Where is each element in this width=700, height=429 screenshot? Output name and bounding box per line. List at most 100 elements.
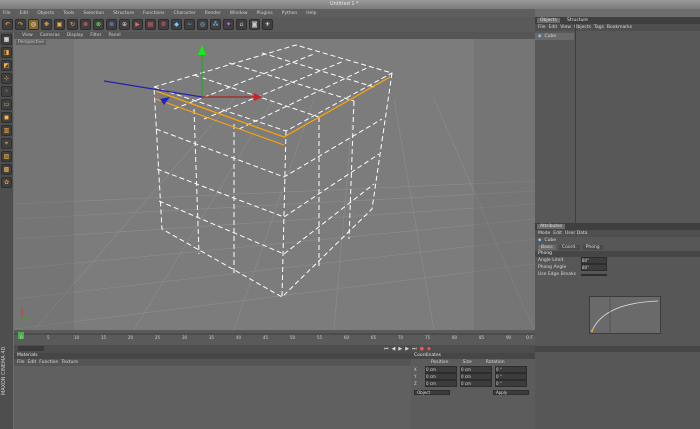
- light-icon[interactable]: ☀: [262, 19, 273, 30]
- object-row-cube[interactable]: ◆ Cube: [535, 33, 574, 40]
- redo-icon[interactable]: ↷: [15, 19, 26, 30]
- edges-mode-icon[interactable]: ▭: [1, 99, 12, 110]
- menu-render[interactable]: Render: [205, 11, 221, 16]
- menu-objects[interactable]: Objects: [37, 11, 54, 16]
- model-mode-icon[interactable]: ◨: [1, 47, 12, 58]
- coord-size-field[interactable]: 0 cm: [460, 373, 492, 380]
- scale-icon[interactable]: ▣: [54, 19, 65, 30]
- menu-structure[interactable]: Structure: [113, 11, 134, 16]
- attrmenu-userdata[interactable]: User Data: [565, 231, 587, 236]
- polygons-mode-icon[interactable]: ◼: [1, 112, 12, 123]
- move-gizmo[interactable]: [103, 45, 262, 105]
- tab-structure[interactable]: Structure: [564, 18, 591, 23]
- menu-edit[interactable]: Edit: [20, 11, 29, 16]
- axis-mode-icon[interactable]: ⊹: [1, 73, 12, 84]
- camera-icon[interactable]: ◙: [249, 19, 260, 30]
- coord-rot-field[interactable]: 0 °: [495, 380, 527, 387]
- rotate-icon[interactable]: ↻: [67, 19, 78, 30]
- spline-icon[interactable]: ~: [184, 19, 195, 30]
- frame-field[interactable]: [18, 346, 44, 351]
- materials-menu-file[interactable]: File: [17, 360, 25, 365]
- viewport-menu-panel[interactable]: Panel: [108, 33, 120, 38]
- locked-workplane-icon[interactable]: ▩: [1, 164, 12, 175]
- attr-field-value[interactable]: 80°: [581, 264, 607, 271]
- attr-tab-phong[interactable]: Phong: [582, 245, 603, 250]
- undo-icon[interactable]: ↶: [2, 19, 13, 30]
- tab-objects[interactable]: Objects: [537, 18, 561, 23]
- menu-python[interactable]: Python: [282, 11, 298, 16]
- array-icon[interactable]: ⁂: [210, 19, 221, 30]
- coord-size-field[interactable]: 0 cm: [460, 380, 492, 387]
- keyframe-icon[interactable]: ◆: [427, 346, 431, 352]
- materials-menu-function[interactable]: Function: [39, 360, 58, 365]
- coord-rot-field[interactable]: 0 °: [495, 366, 527, 373]
- coord-pos-field[interactable]: 0 cm: [425, 373, 457, 380]
- attr-tab-basic[interactable]: Basic: [538, 245, 556, 250]
- cube-icon[interactable]: ◆: [171, 19, 182, 30]
- go-start-icon[interactable]: ⏮: [384, 346, 389, 352]
- snap-icon[interactable]: ⌖: [1, 138, 12, 149]
- menu-help[interactable]: Help: [306, 11, 316, 16]
- attrmenu-mode[interactable]: Mode: [538, 231, 550, 236]
- viewport-menu-view[interactable]: View: [22, 33, 33, 38]
- x-axis-icon[interactable]: ⊗: [80, 19, 91, 30]
- timeline[interactable]: 0 5 10 15 20 25 30 35 40 45 50 55 60 65 70 75 80 85 90 0 F: [14, 330, 535, 345]
- menu-character[interactable]: Character: [174, 11, 196, 16]
- objmenu-view[interactable]: View: [560, 25, 571, 30]
- workplane-icon[interactable]: ▨: [1, 151, 12, 162]
- objmenu-edit[interactable]: Edit: [549, 25, 558, 30]
- selected-edge-loop-lower[interactable]: [155, 98, 285, 146]
- coord-pos-field[interactable]: 0 cm: [425, 380, 457, 387]
- make-editable-icon[interactable]: ▦: [1, 34, 12, 45]
- coord-size-field[interactable]: 0 cm: [460, 366, 492, 373]
- objmenu-objects[interactable]: Objects: [574, 25, 591, 30]
- render-settings-icon[interactable]: ⚙: [158, 19, 169, 30]
- menu-functions[interactable]: Functions: [143, 11, 165, 16]
- objmenu-tags[interactable]: Tags: [594, 25, 604, 30]
- nurbs-icon[interactable]: ◎: [197, 19, 208, 30]
- record-icon[interactable]: ●: [420, 346, 424, 352]
- go-end-icon[interactable]: ⏭: [412, 346, 417, 352]
- texture-mode-icon[interactable]: ◩: [1, 60, 12, 71]
- menu-plugins[interactable]: Plugins: [257, 11, 273, 16]
- deformer-icon[interactable]: ✦: [223, 19, 234, 30]
- menu-tools[interactable]: Tools: [63, 11, 74, 16]
- coord-mode-select[interactable]: Object: [414, 390, 450, 395]
- attr-field-value[interactable]: 80°: [581, 257, 607, 264]
- 3d-viewport[interactable]: Perspective: [14, 39, 535, 330]
- cube-wireframe[interactable]: [153, 44, 393, 298]
- points-mode-icon[interactable]: ⁘: [1, 86, 12, 97]
- materials-menu-edit[interactable]: Edit: [28, 360, 37, 365]
- play-icon[interactable]: ▶: [398, 346, 402, 352]
- objmenu-file[interactable]: File: [538, 25, 546, 30]
- attrmenu-edit[interactable]: Edit: [553, 231, 562, 236]
- viewport-menu-filter[interactable]: Filter: [90, 33, 101, 38]
- coord-apply-button[interactable]: Apply: [493, 390, 529, 395]
- objmenu-bookmarks[interactable]: Bookmarks: [607, 25, 632, 30]
- scene-icon[interactable]: ⌂: [236, 19, 247, 30]
- menu-window[interactable]: Window: [230, 11, 248, 16]
- y-axis-icon[interactable]: ⊗: [93, 19, 104, 30]
- move-icon[interactable]: ✥: [41, 19, 52, 30]
- sculpt-icon[interactable]: ✿: [1, 177, 12, 188]
- attr-field-value[interactable]: [581, 273, 607, 276]
- attr-tab-coord[interactable]: Coord.: [558, 245, 580, 250]
- coord-rot-field[interactable]: 0 °: [495, 373, 527, 380]
- viewport-menu-cameras[interactable]: Cameras: [40, 33, 60, 38]
- uv-mode-icon[interactable]: ▥: [1, 125, 12, 136]
- render-picture-icon[interactable]: ▤: [145, 19, 156, 30]
- step-forward-icon[interactable]: ▶: [405, 346, 409, 352]
- materials-menu-texture[interactable]: Texture: [61, 360, 77, 365]
- phong-curve-graph[interactable]: [589, 296, 661, 334]
- menu-file[interactable]: File: [3, 11, 11, 16]
- selected-edge-loop[interactable]: [155, 76, 391, 138]
- viewport-menu-display[interactable]: Display: [67, 33, 84, 38]
- step-back-icon[interactable]: ◀: [392, 346, 396, 352]
- coord-pos-field[interactable]: 0 cm: [425, 366, 457, 373]
- live-select-icon[interactable]: ◎: [28, 19, 39, 30]
- render-view-icon[interactable]: ▶: [132, 19, 143, 30]
- object-divider: [575, 24, 576, 223]
- world-coord-icon[interactable]: ⊕: [119, 19, 130, 30]
- menu-selection[interactable]: Selection: [83, 11, 104, 16]
- z-axis-icon[interactable]: ⊗: [106, 19, 117, 30]
